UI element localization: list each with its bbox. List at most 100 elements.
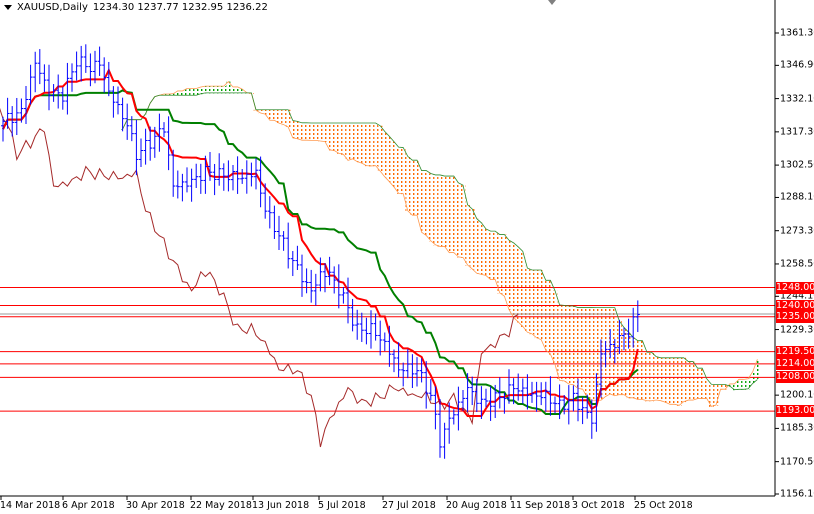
price-bar [396, 342, 401, 378]
price-bar [442, 422, 447, 459]
price-bar [447, 402, 452, 444]
ichimoku-cloud-segment [681, 357, 687, 403]
price-bar [231, 165, 235, 191]
price-bar [33, 51, 38, 93]
ichimoku-cloud-segment [520, 251, 526, 327]
price-bar [258, 156, 263, 208]
ichimoku-cloud-segment [492, 231, 498, 281]
price-bar [106, 61, 111, 97]
ichimoku-cloud-segment [667, 357, 673, 405]
ichimoku-cloud-segment [405, 156, 411, 212]
ichimoku-cloud-segment [713, 384, 719, 406]
price-bar [240, 169, 245, 184]
ichimoku-cloud-segment [566, 306, 572, 385]
level-price-label: 1193.00 [776, 405, 814, 418]
ichimoku-cloud-segment [511, 242, 516, 318]
price-bar [244, 160, 249, 194]
ichimoku-cloud-segment [515, 246, 521, 323]
ichimoku-cloud-segment [460, 185, 466, 258]
price-bar [300, 254, 304, 297]
ichimoku-cloud-segment [377, 125, 383, 172]
price-bar [548, 376, 553, 416]
level-price-label: 1208.00 [776, 371, 814, 384]
y-tick-label: 1258.50 [780, 258, 814, 270]
shift-marker-icon[interactable] [548, 0, 556, 5]
price-chart [0, 0, 779, 500]
price-bar [438, 398, 442, 458]
level-price-label: 1214.00 [776, 357, 814, 370]
y-tick-label: 1332.10 [780, 93, 814, 105]
ichimoku-cloud-segment [433, 174, 438, 246]
price-bar [364, 317, 369, 345]
ichimoku-cloud-segment [479, 222, 484, 275]
ichimoku-cloud-segment [552, 290, 558, 365]
ichimoku-cloud-segment [396, 147, 401, 194]
ichimoku-cloud-segment [672, 357, 677, 405]
price-bar [175, 170, 180, 199]
ichimoku-cloud-segment [745, 378, 751, 390]
price-bar [392, 349, 396, 373]
ichimoku-cloud-segment [649, 352, 654, 402]
price-bar [461, 390, 465, 411]
ichimoku-cloud-segment [437, 174, 443, 247]
price-bar [539, 382, 544, 406]
ichimoku-cloud-segment [575, 307, 581, 389]
price-bar [525, 374, 530, 410]
price-bar [387, 325, 392, 367]
ichimoku-cloud-segment [663, 357, 668, 403]
ichimoku-cloud-segment [341, 123, 346, 155]
price-bar [484, 388, 488, 408]
ichimoku-cloud-segment [741, 379, 746, 390]
dropdown-triangle-icon[interactable] [4, 5, 12, 10]
price-bar [111, 86, 116, 118]
ichimoku-cloud-segment [221, 86, 227, 94]
chart-title: XAUUSD,Daily 1234.30 1237.77 1232.95 123… [4, 2, 268, 13]
ichimoku-cloud-segment [354, 123, 360, 163]
ichimoku-cloud-segment [704, 378, 710, 400]
level-price-label: 1248.00 [776, 281, 814, 294]
ichimoku-cloud-segment [548, 280, 553, 355]
price-bar [93, 50, 97, 84]
ichimoku-cloud-segment [428, 173, 434, 242]
price-bar [70, 63, 74, 92]
ichimoku-cloud-segment [212, 86, 217, 94]
price-bar [24, 86, 28, 125]
x-tick-label: 22 May 2018 [190, 500, 252, 511]
ichimoku-cloud-segment [497, 234, 503, 294]
ichimoku-cloud-segment [451, 176, 457, 254]
price-bar [566, 385, 571, 425]
ichimoku-cloud-segment [267, 109, 273, 121]
ichimoku-cloud-segment [414, 160, 420, 216]
x-tick-label: 20 Aug 2018 [446, 500, 507, 511]
price-bar [465, 373, 470, 412]
price-bar [267, 196, 272, 229]
y-tick-label: 1185.30 [780, 422, 814, 434]
ichimoku-cloud-segment [446, 176, 452, 254]
level-price-label: 1240.00 [776, 299, 814, 312]
ichimoku-cloud-segment [322, 123, 328, 143]
ichimoku-cloud-segment [529, 270, 535, 335]
price-bar [28, 64, 33, 105]
ichimoku-cloud-segment [304, 122, 309, 141]
x-tick-label: 5 Jul 2018 [318, 500, 366, 511]
y-tick-label: 1200.10 [780, 389, 814, 401]
ichimoku-cloud-segment [272, 109, 277, 121]
price-bar [272, 205, 277, 239]
price-bar [134, 119, 139, 176]
ichimoku-cloud-segment [299, 122, 305, 141]
ichimoku-cloud-segment [373, 123, 378, 167]
ichimoku-cloud-segment [345, 123, 351, 161]
price-bar [382, 332, 387, 352]
x-tick-label: 6 Apr 2018 [62, 500, 115, 511]
y-tick-label: 1361.30 [780, 27, 814, 39]
price-bar [88, 53, 93, 87]
price-bar [235, 156, 240, 194]
level-price-label: 1235.00 [776, 310, 814, 323]
x-tick-label: 27 Jul 2018 [382, 500, 436, 511]
ichimoku-cloud-segment [400, 147, 406, 195]
price-bar [401, 362, 406, 387]
price-bar [180, 173, 185, 202]
price-bar [56, 74, 61, 109]
price-bar [212, 163, 217, 196]
ichimoku-cloud-segment [525, 268, 530, 333]
